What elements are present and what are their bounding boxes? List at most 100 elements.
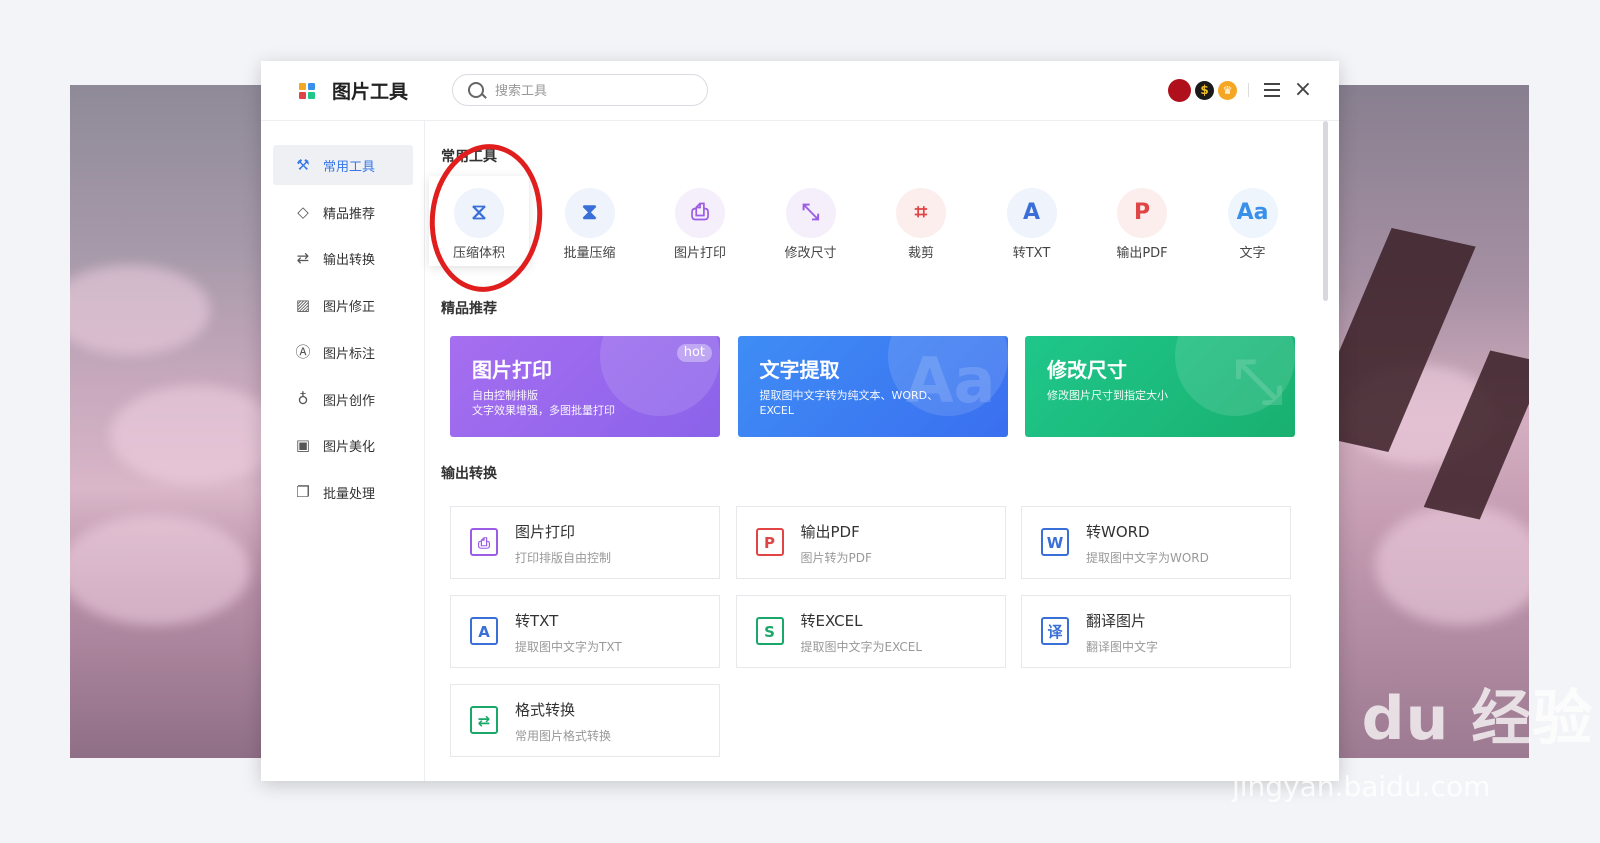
- sidebar-item[interactable]: ◇ 精品推荐: [273, 192, 413, 232]
- diamond-icon: ◇: [297, 202, 309, 221]
- card-title: 翻译图片: [1086, 612, 1147, 630]
- print-icon: ⎙: [470, 528, 498, 556]
- featured-banner[interactable]: 图片打印自由控制排版 文字效果增强，多图批量打印 hot: [450, 336, 720, 437]
- card-title: 转WORD: [1086, 523, 1150, 541]
- banner-subtitle: 自由控制排版 文字效果增强，多图批量打印: [472, 389, 615, 417]
- card-subtitle: 翻译图中文字: [1086, 640, 1159, 654]
- sidebar-item[interactable]: ♁ 图片创作: [273, 379, 413, 419]
- pdf-icon: P: [755, 528, 784, 556]
- pdf-icon: P: [1133, 200, 1151, 225]
- close-icon[interactable]: ×: [1293, 79, 1313, 101]
- tool-item[interactable]: ⧗ 批量压缩: [540, 176, 640, 266]
- search-box[interactable]: [452, 74, 708, 106]
- convert-card[interactable]: ⎙ 图片打印 打印排版自由控制: [450, 506, 720, 579]
- scrollbar[interactable]: [1323, 121, 1328, 301]
- tool-item[interactable]: Aa 文字: [1203, 176, 1303, 266]
- card-subtitle: 常用图片格式转换: [515, 729, 612, 743]
- export-icon: ⇄: [296, 249, 310, 268]
- banner-subtitle: 修改图片尺寸到指定大小: [1047, 389, 1168, 402]
- search-input[interactable]: [493, 81, 697, 101]
- banner-subtitle: 提取图中文字转为纯文本、WORD、EXCEL: [759, 389, 939, 417]
- batch-icon: ❐: [296, 482, 310, 501]
- tool-label: 批量压缩: [563, 246, 616, 261]
- app-logo-icon: [299, 83, 316, 100]
- text-icon: Aa: [1236, 200, 1269, 225]
- sidebar-item-label: 图片美化: [323, 440, 376, 456]
- card-subtitle: 打印排版自由控制: [515, 551, 612, 565]
- tool-item[interactable]: P 输出PDF: [1092, 176, 1192, 266]
- lightbulb-icon: ♁: [297, 389, 309, 408]
- sidebar-item[interactable]: ⇄ 输出转换: [273, 238, 413, 278]
- tool-label: 图片打印: [673, 246, 726, 261]
- card-subtitle: 提取图中文字为WORD: [1086, 551, 1209, 565]
- crop-icon: ⌗: [914, 200, 928, 225]
- section-title-featured: 精品推荐: [441, 301, 497, 317]
- vip-crown-icon[interactable]: ♛: [1218, 81, 1237, 100]
- wrench-icon: ⚒: [296, 156, 310, 174]
- card-title: 转TXT: [515, 612, 559, 630]
- featured-banner[interactable]: Aa 文字提取 提取图中文字转为纯文本、WORD、EXCEL: [737, 336, 1008, 437]
- excel-icon: S: [755, 617, 784, 645]
- tool-item[interactable]: ⌗ 裁剪: [871, 176, 971, 266]
- convert-card[interactable]: P 输出PDF 图片转为PDF: [735, 506, 1006, 579]
- sidebar: ⚒ 常用工具 ◇ 精品推荐 ⇄ 输出转换 ▨ 图片修正 Ⓐ 图片标注 ♁ 图片创作 ▣ 图片美化 ❐ 批量处理: [261, 121, 425, 781]
- sidebar-item[interactable]: Ⓐ 图片标注: [273, 332, 413, 372]
- convert-card[interactable]: W 转WORD 提取图中文字为WORD: [1021, 506, 1291, 579]
- background-photo-right: [1335, 85, 1529, 758]
- convert-card[interactable]: ⇄ 格式转换常用图片格式转换: [450, 684, 720, 757]
- sidebar-item-label: 精品推荐: [323, 206, 376, 222]
- convert-card[interactable]: S 转EXCEL 提取图中文字为EXCEL: [735, 595, 1006, 668]
- coin-badge-icon[interactable]: $: [1195, 81, 1214, 100]
- search-icon: [468, 82, 484, 98]
- card-subtitle: 图片转为PDF: [800, 551, 872, 565]
- tool-label: 修改尺寸: [784, 246, 837, 261]
- tool-label: 输出PDF: [1116, 246, 1168, 261]
- sidebar-item-label: 批量处理: [323, 486, 376, 502]
- background-photo-left: [70, 85, 262, 758]
- sidebar-item[interactable]: ▣ 图片美化: [273, 425, 413, 465]
- tool-item[interactable]: ⎙ 图片打印: [650, 176, 750, 266]
- watermark-url: jingyan.baidu.com: [1232, 770, 1491, 803]
- divider: [1248, 83, 1249, 97]
- app-title: 图片工具: [332, 81, 409, 103]
- sidebar-item[interactable]: ▨ 图片修正: [273, 285, 413, 325]
- sidebar-item[interactable]: ⚒ 常用工具: [273, 145, 413, 185]
- translate-icon: 译: [1041, 617, 1069, 645]
- convert-card[interactable]: 译翻译图片翻译图中文字: [1021, 595, 1291, 668]
- tool-item[interactable]: ⤡ 修改尺寸: [761, 176, 861, 266]
- batch-compress-icon: ⧗: [581, 200, 598, 225]
- baidu-jingyan-watermark: Bai du 经验: [1230, 684, 1594, 754]
- tool-label: 裁剪: [907, 246, 934, 261]
- card-subtitle: 提取图中文字为TXT: [515, 640, 622, 654]
- annotate-icon: Ⓐ: [295, 342, 311, 361]
- sidebar-item[interactable]: ❐ 批量处理: [273, 472, 413, 512]
- user-avatar[interactable]: [1168, 79, 1191, 102]
- sidebar-item-label: 图片标注: [323, 346, 376, 362]
- sidebar-item-label: 图片创作: [323, 393, 376, 409]
- banner-title: 图片打印: [472, 358, 552, 382]
- format-convert-icon: ⇄: [470, 706, 498, 734]
- tool-label: 文字: [1239, 246, 1266, 261]
- sidebar-item-label: 图片修正: [323, 300, 376, 316]
- card-title: 输出PDF: [800, 523, 860, 541]
- banner-title: 文字提取: [759, 358, 840, 382]
- section-title-convert: 输出转换: [441, 466, 497, 482]
- hamburger-menu-icon[interactable]: [1264, 83, 1280, 97]
- sidebar-item-label: 输出转换: [323, 253, 376, 269]
- banner-watermark-icon: ⤡: [1233, 344, 1283, 417]
- sidebar-item-label: 常用工具: [323, 160, 376, 175]
- hot-badge: hot: [676, 344, 712, 362]
- title-bar: 图片工具 $ ♛ ×: [261, 61, 1339, 121]
- convert-card[interactable]: A 转TXT 提取图中文字为TXT: [450, 595, 720, 668]
- txt-icon: A: [470, 617, 498, 645]
- card-title: 格式转换: [515, 701, 576, 719]
- txt-icon: A: [1022, 200, 1041, 225]
- featured-banner[interactable]: ⤡ 修改尺寸修改图片尺寸到指定大小: [1025, 336, 1295, 437]
- tool-item[interactable]: A 转TXT: [982, 176, 1082, 266]
- card-subtitle: 提取图中文字为EXCEL: [800, 640, 923, 654]
- image-icon: ▣: [295, 436, 311, 455]
- image-edit-icon: ▨: [295, 296, 311, 315]
- word-icon: W: [1041, 528, 1069, 556]
- banner-title: 修改尺寸: [1047, 358, 1127, 382]
- tool-label: 转TXT: [1012, 246, 1051, 261]
